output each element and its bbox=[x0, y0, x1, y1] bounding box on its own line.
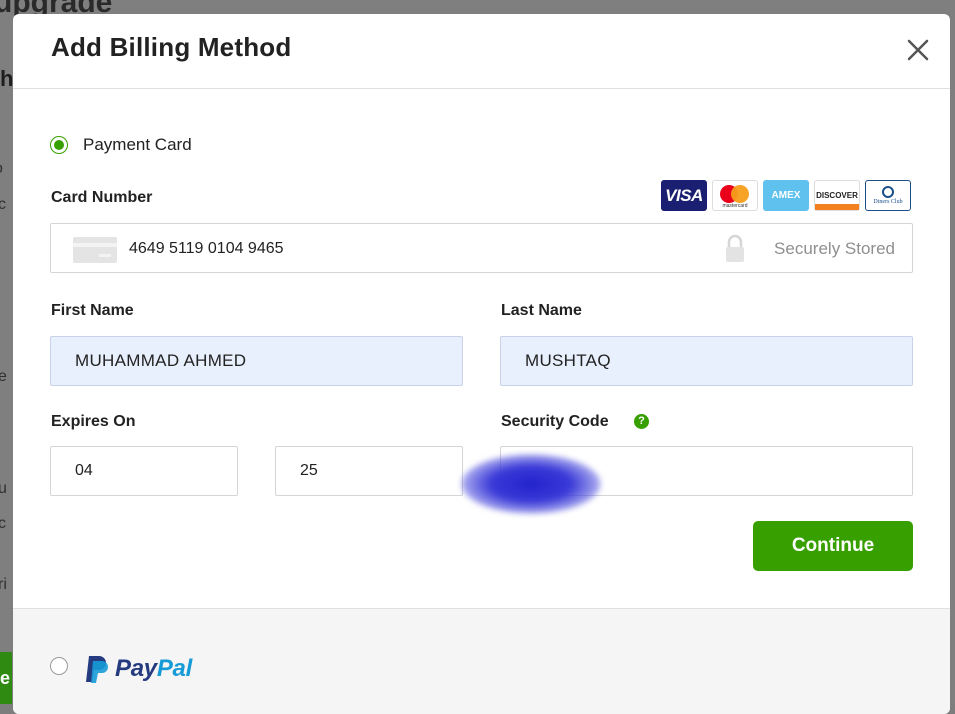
background-text: c bbox=[0, 196, 6, 213]
paypal-icon bbox=[86, 656, 108, 683]
paypal-section: PayPal bbox=[13, 608, 950, 714]
payment-card-radio[interactable] bbox=[50, 136, 68, 154]
first-name-label: First Name bbox=[51, 302, 134, 319]
accepted-cards: VISA mastercard AMEX DISCOVER Diners Clu… bbox=[661, 180, 911, 211]
paypal-logo: PayPal bbox=[83, 653, 192, 685]
lock-icon bbox=[726, 234, 744, 262]
card-number-value: 4649 5119 0104 9465 bbox=[129, 240, 284, 257]
continue-button[interactable]: Continue bbox=[753, 521, 913, 571]
modal-header: Add Billing Method bbox=[13, 14, 950, 89]
mastercard-logo: mastercard bbox=[712, 180, 758, 211]
credit-card-icon bbox=[73, 237, 117, 263]
securely-stored-text: Securely Stored bbox=[774, 239, 895, 258]
discover-logo: DISCOVER bbox=[814, 180, 860, 211]
background-text: u bbox=[0, 480, 7, 497]
billing-modal: Add Billing Method Payment Card Card Num… bbox=[13, 14, 950, 714]
expires-on-label: Expires On bbox=[51, 413, 136, 430]
payment-card-label: Payment Card bbox=[83, 135, 192, 154]
paypal-text-pal: Pal bbox=[156, 655, 192, 682]
modal-title: Add Billing Method bbox=[51, 32, 292, 62]
redaction-scribble bbox=[461, 454, 601, 514]
paypal-radio[interactable] bbox=[50, 657, 68, 675]
visa-logo: VISA bbox=[661, 180, 707, 211]
close-button[interactable] bbox=[904, 36, 932, 64]
security-code-label: Security Code bbox=[501, 413, 609, 430]
card-number-label: Card Number bbox=[51, 189, 153, 206]
card-number-field[interactable]: 4649 5119 0104 9465 Securely Stored bbox=[50, 223, 913, 273]
expiry-year-input[interactable]: 25 bbox=[275, 446, 463, 496]
close-icon bbox=[907, 39, 929, 61]
background-text: c bbox=[0, 515, 6, 532]
background-green-button: e bbox=[0, 652, 12, 704]
background-heading: h bbox=[0, 66, 14, 91]
paypal-text-pay: Pay bbox=[115, 655, 157, 682]
help-icon[interactable]: ? bbox=[634, 414, 649, 429]
last-name-label: Last Name bbox=[501, 302, 582, 319]
background-text: o bbox=[0, 160, 3, 178]
expiry-month-input[interactable]: 04 bbox=[50, 446, 238, 496]
amex-logo: AMEX bbox=[763, 180, 809, 211]
diners-club-logo: Diners Club bbox=[865, 180, 911, 211]
last-name-input[interactable]: MUSHTAQ bbox=[500, 336, 913, 386]
background-text: e bbox=[0, 368, 7, 385]
first-name-input[interactable]: MUHAMMAD AHMED bbox=[50, 336, 463, 386]
background-text: ri bbox=[0, 576, 7, 593]
